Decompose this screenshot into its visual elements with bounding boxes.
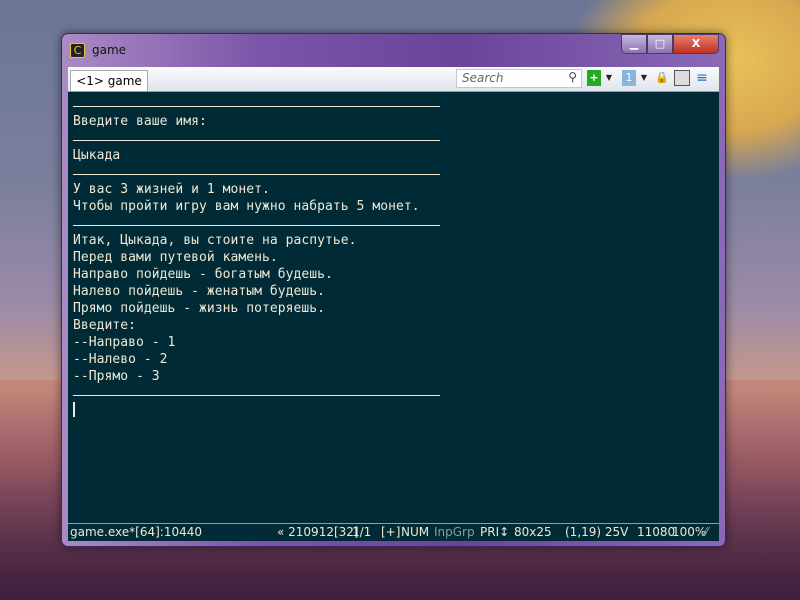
console-line: Введите ваше имя: <box>73 114 207 129</box>
console-output[interactable]: Введите ваше имя: Цыкада У вас 3 жизней … <box>68 91 719 523</box>
text-cursor <box>73 402 75 417</box>
console-line: Введите: <box>73 318 137 333</box>
lock-icon[interactable]: 🔒 <box>655 70 669 86</box>
status-plus[interactable]: [+] <box>381 524 400 541</box>
chevron-down-icon[interactable]: ▼ <box>602 70 616 86</box>
search-icon[interactable]: ⚲ <box>568 70 577 84</box>
status-pid[interactable]: 11080 <box>637 524 675 541</box>
new-console-icon[interactable]: + <box>587 70 601 86</box>
toolbar: <1> game Search ⚲ + ▼ 1 ▼ 🔒 ≡ <box>68 67 719 92</box>
console-line: --Налево - 2 <box>73 352 168 367</box>
chevron-down-icon[interactable]: ▼ <box>637 70 651 86</box>
conemu-icon: C <box>70 43 85 58</box>
separator <box>73 106 440 107</box>
console-line: У вас 3 жизней и 1 монет. <box>73 182 270 197</box>
console-line: Направо пойдешь - богатым будешь. <box>73 267 333 282</box>
status-inpgrp[interactable]: InpGrp <box>434 524 475 541</box>
separator <box>73 174 440 175</box>
status-buffer[interactable]: « 210912[32] <box>277 524 359 541</box>
minimize-button[interactable]: ▁ <box>621 34 647 54</box>
console-line: Итак, Цыкада, вы стоите на распутье. <box>73 233 357 248</box>
search-input[interactable]: Search ⚲ <box>456 69 582 88</box>
console-line: Перед вами путевой камень. <box>73 250 278 265</box>
status-size[interactable]: 80x25 <box>514 524 552 541</box>
console-line: Налево пойдешь - женатым будешь. <box>73 284 326 299</box>
status-zoom[interactable]: 100% <box>672 524 706 541</box>
status-pri[interactable]: PRI↕ <box>480 524 509 541</box>
status-cursor[interactable]: (1,19) 25V <box>565 524 628 541</box>
tab-game[interactable]: <1> game <box>70 70 148 92</box>
resize-grip-icon[interactable]: ⁄⁄ <box>704 524 708 541</box>
separator <box>73 395 440 396</box>
conemu-window: C game ▁ □ X <1> game Search ⚲ + ▼ 1 ▼ 🔒 … <box>61 33 726 547</box>
status-console-index[interactable]: 1/1 <box>352 524 371 541</box>
search-placeholder: Search <box>462 71 504 85</box>
console-line: Цыкада <box>73 148 121 163</box>
status-bar: game.exe*[64]:10440 « 210912[32] 1/1 [+]… <box>68 523 719 541</box>
status-process[interactable]: game.exe*[64]:10440 <box>70 524 202 541</box>
console-number-icon[interactable]: 1 <box>622 70 636 86</box>
split-view-icon[interactable] <box>674 70 690 86</box>
console-line: --Направо - 1 <box>73 335 176 350</box>
menu-icon[interactable]: ≡ <box>695 70 709 86</box>
console-line: Прямо пойдешь - жизнь потеряешь. <box>73 301 326 316</box>
console-line: Чтобы пройти игру вам нужно набрать 5 мо… <box>73 199 420 214</box>
separator <box>73 140 440 141</box>
window-title: game <box>92 43 127 57</box>
close-button[interactable]: X <box>673 34 719 54</box>
maximize-button[interactable]: □ <box>647 34 673 54</box>
separator <box>73 225 440 226</box>
console-line: --Прямо - 3 <box>73 369 160 384</box>
status-num[interactable]: NUM <box>401 524 429 541</box>
